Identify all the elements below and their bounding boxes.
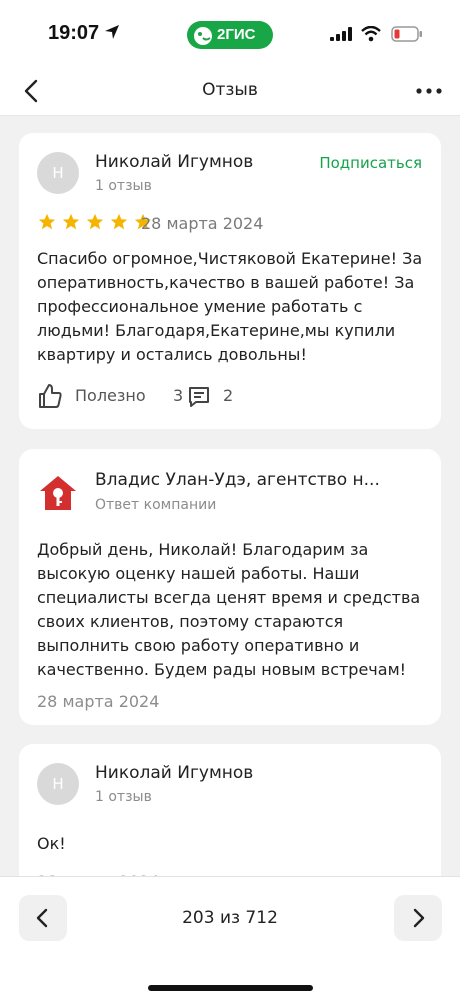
review-actions: Полезно 3 2: [37, 383, 427, 411]
signal-icon: [330, 27, 352, 41]
avatar[interactable]: Н: [37, 152, 79, 194]
pager-count: 203 из 712: [182, 908, 278, 928]
useful-button-label[interactable]: Полезно: [75, 386, 146, 405]
star-icon: [38, 213, 56, 230]
author-review-count: 1 отзыв: [95, 789, 152, 805]
navigation-bar: Отзыв: [0, 68, 460, 116]
comment-icon[interactable]: [187, 385, 211, 409]
review-text: Спасибо огромное,Чистяковой Екатерине! З…: [37, 249, 423, 364]
pager-bar: 203 из 712: [0, 876, 460, 1000]
house-key-logo-icon[interactable]: [39, 474, 77, 512]
app-badge-label: 2ГИС: [217, 26, 256, 43]
company-reply-label: Ответ компании: [95, 497, 217, 513]
company-reply-card: Владис Улан-Удэ, агентство н... Ответ ко…: [19, 449, 441, 725]
next-review-button[interactable]: [394, 895, 442, 941]
battery-low-icon: [391, 26, 422, 42]
review-card: Н Николай Игумнов 1 отзыв Подписаться 28…: [19, 133, 441, 429]
rating-stars: [38, 213, 153, 233]
comment-text: Ок!: [37, 834, 66, 853]
thumbs-up-icon[interactable]: [37, 383, 63, 409]
star-icon: [62, 213, 80, 230]
avatar[interactable]: Н: [37, 763, 79, 805]
home-indicator: [148, 985, 313, 991]
location-arrow-icon: [105, 25, 119, 39]
author-name[interactable]: Николай Игумнов: [95, 152, 253, 172]
page-title: Отзыв: [202, 80, 258, 100]
chevron-right-icon: [413, 908, 425, 928]
more-button[interactable]: [414, 86, 444, 96]
mascot-icon: [194, 27, 212, 45]
reply-text: Добрый день, Николай! Благодарим за высо…: [37, 540, 421, 679]
star-icon: [111, 213, 128, 230]
company-name[interactable]: Владис Улан-Удэ, агентство н...: [95, 470, 425, 490]
reply-date: 28 марта 2024: [37, 692, 160, 711]
useful-count: 3: [173, 386, 184, 405]
comment-card: Н Николай Игумнов 1 отзыв Ок! 28 марта 2…: [19, 744, 441, 894]
star-icon: [87, 213, 104, 230]
app-badge[interactable]: 2ГИС: [187, 21, 273, 49]
author-name[interactable]: Николай Игумнов: [95, 763, 253, 783]
status-bar: 19:07 2ГИС: [0, 0, 460, 68]
author-review-count: 1 отзыв: [95, 178, 152, 194]
subscribe-button[interactable]: Подписаться: [319, 154, 422, 172]
wifi-icon: [361, 26, 381, 42]
review-date: 28 марта 2024: [141, 214, 264, 233]
status-time: 19:07: [48, 22, 100, 44]
comments-count: 2: [223, 386, 234, 405]
